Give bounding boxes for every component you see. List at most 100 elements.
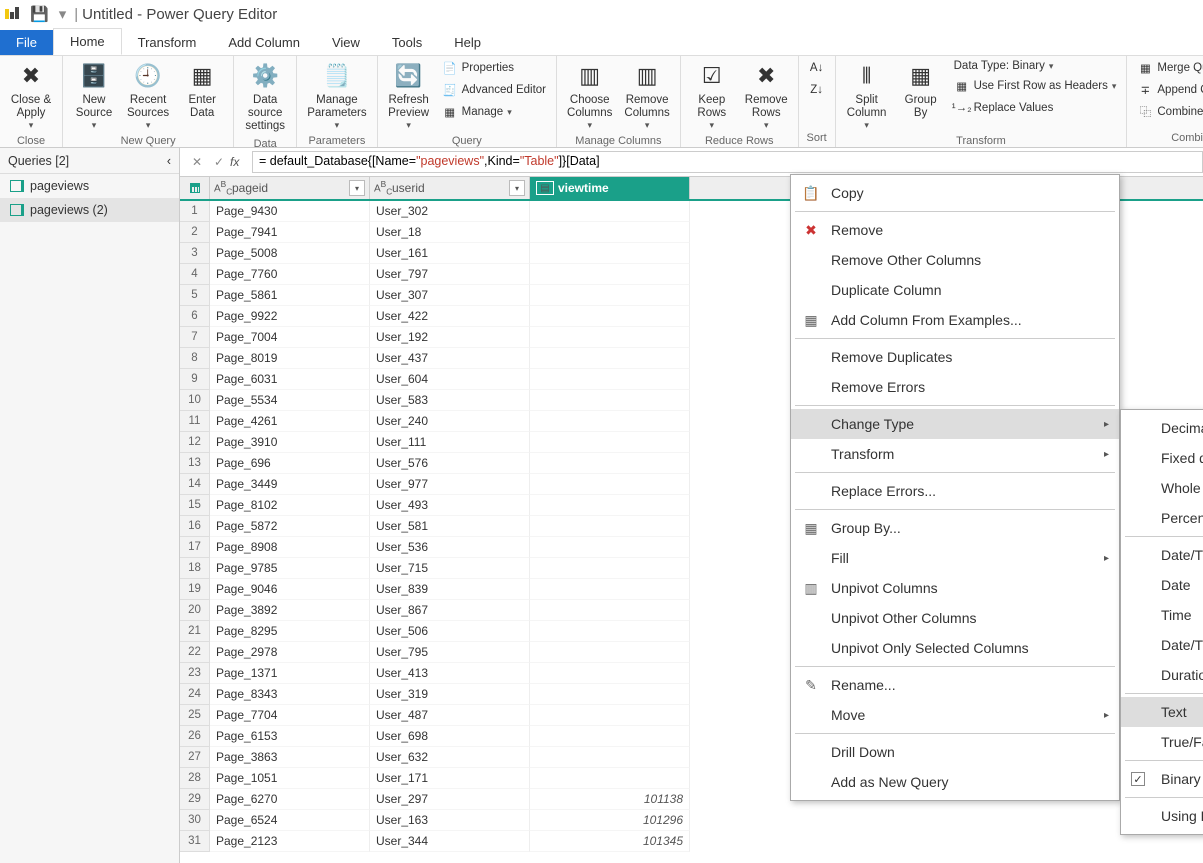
type-text-icon[interactable]: ABC: [214, 179, 232, 196]
tab-home[interactable]: Home: [53, 28, 122, 55]
cell-pageid[interactable]: Page_9046: [210, 579, 370, 600]
advanced-editor-button[interactable]: 🧾Advanced Editor: [438, 80, 550, 100]
cell-userid[interactable]: User_344: [370, 831, 530, 852]
cell-userid[interactable]: User_319: [370, 684, 530, 705]
cell-viewtime[interactable]: [530, 348, 690, 369]
cell-userid[interactable]: User_536: [370, 537, 530, 558]
cell-pageid[interactable]: Page_8295: [210, 621, 370, 642]
append-queries-button[interactable]: ∓Append Queries: [1133, 80, 1203, 100]
accept-icon[interactable]: ✓: [208, 155, 230, 169]
type-fixed-decimal[interactable]: Fixed decimal number: [1121, 443, 1203, 473]
group-by-button[interactable]: ▦GroupBy: [896, 58, 946, 122]
manage-button[interactable]: ▦Manage: [438, 102, 550, 122]
ctx-add-new-query[interactable]: Add as New Query: [791, 767, 1119, 797]
collapse-icon[interactable]: ‹: [167, 154, 171, 168]
table-row[interactable]: 31Page_2123User_344101345: [180, 831, 1203, 852]
manage-parameters-button[interactable]: 🗒️ManageParameters: [303, 58, 370, 133]
choose-columns-button[interactable]: ▥ChooseColumns: [563, 58, 616, 133]
row-number[interactable]: 13: [180, 453, 210, 474]
cell-pageid[interactable]: Page_3910: [210, 432, 370, 453]
cell-viewtime[interactable]: [530, 537, 690, 558]
ctx-drill-down[interactable]: Drill Down: [791, 737, 1119, 767]
queries-header[interactable]: Queries [2]‹: [0, 148, 179, 174]
type-whole[interactable]: Whole Number: [1121, 473, 1203, 503]
row-number[interactable]: 23: [180, 663, 210, 684]
ctx-group-by[interactable]: ▦Group By...: [791, 513, 1119, 543]
enter-data-button[interactable]: ▦EnterData: [177, 58, 227, 122]
cell-viewtime[interactable]: [530, 222, 690, 243]
cell-userid[interactable]: User_581: [370, 516, 530, 537]
cell-userid[interactable]: User_795: [370, 642, 530, 663]
cell-userid[interactable]: User_604: [370, 369, 530, 390]
qat-dropdown-icon[interactable]: ▾: [59, 5, 67, 23]
row-number[interactable]: 28: [180, 768, 210, 789]
cell-pageid[interactable]: Page_8908: [210, 537, 370, 558]
save-icon[interactable]: 💾: [30, 5, 49, 23]
cell-pageid[interactable]: Page_6524: [210, 810, 370, 831]
cell-viewtime[interactable]: [530, 411, 690, 432]
type-datetime[interactable]: Date/Time: [1121, 540, 1203, 570]
cell-pageid[interactable]: Page_5861: [210, 285, 370, 306]
cell-pageid[interactable]: Page_3449: [210, 474, 370, 495]
cell-pageid[interactable]: Page_6153: [210, 726, 370, 747]
ctx-unpivot-other[interactable]: Unpivot Other Columns: [791, 603, 1119, 633]
ctx-replace-errors[interactable]: Replace Errors...: [791, 476, 1119, 506]
cell-viewtime[interactable]: [530, 453, 690, 474]
cell-userid[interactable]: User_797: [370, 264, 530, 285]
type-percentage[interactable]: Percentage: [1121, 503, 1203, 533]
ctx-change-type[interactable]: Change Type: [791, 409, 1119, 439]
sort-asc-button[interactable]: A↓: [805, 58, 829, 78]
cell-userid[interactable]: User_161: [370, 243, 530, 264]
row-number[interactable]: 19: [180, 579, 210, 600]
cell-pageid[interactable]: Page_8343: [210, 684, 370, 705]
cell-userid[interactable]: User_698: [370, 726, 530, 747]
ctx-remove[interactable]: ✖Remove: [791, 215, 1119, 245]
cell-userid[interactable]: User_240: [370, 411, 530, 432]
new-source-button[interactable]: 🗄️NewSource: [69, 58, 119, 133]
cell-userid[interactable]: User_977: [370, 474, 530, 495]
column-header[interactable]: ABCpageid▾: [210, 177, 370, 199]
row-number[interactable]: 22: [180, 642, 210, 663]
close-apply-button[interactable]: ✖Close &Apply: [6, 58, 56, 133]
cell-pageid[interactable]: Page_8019: [210, 348, 370, 369]
row-number[interactable]: 26: [180, 726, 210, 747]
row-number[interactable]: 9: [180, 369, 210, 390]
type-true-false[interactable]: True/False: [1121, 727, 1203, 757]
cell-userid[interactable]: User_715: [370, 558, 530, 579]
type-using-locale[interactable]: Using Locale...: [1121, 801, 1203, 831]
cell-userid[interactable]: User_192: [370, 327, 530, 348]
cell-pageid[interactable]: Page_5872: [210, 516, 370, 537]
cell-viewtime[interactable]: [530, 600, 690, 621]
tab-transform[interactable]: Transform: [122, 30, 213, 55]
cell-userid[interactable]: User_18: [370, 222, 530, 243]
type-text[interactable]: Text: [1121, 697, 1203, 727]
cell-viewtime[interactable]: 101138: [530, 789, 690, 810]
cell-userid[interactable]: User_506: [370, 621, 530, 642]
cell-userid[interactable]: User_413: [370, 663, 530, 684]
table-row[interactable]: 30Page_6524User_163101296: [180, 810, 1203, 831]
ctx-rename[interactable]: ✎Rename...: [791, 670, 1119, 700]
ctx-remove-errors[interactable]: Remove Errors: [791, 372, 1119, 402]
cell-userid[interactable]: User_632: [370, 747, 530, 768]
cell-pageid[interactable]: Page_8102: [210, 495, 370, 516]
ctx-copy[interactable]: 📋Copy: [791, 178, 1119, 208]
cell-pageid[interactable]: Page_2978: [210, 642, 370, 663]
cell-viewtime[interactable]: [530, 642, 690, 663]
cell-viewtime[interactable]: 101296: [530, 810, 690, 831]
replace-values-button[interactable]: ¹→₂Replace Values: [950, 98, 1121, 118]
row-number[interactable]: 25: [180, 705, 210, 726]
query-item[interactable]: pageviews (2): [0, 198, 179, 222]
row-number[interactable]: 12: [180, 432, 210, 453]
formula-input[interactable]: = default_Database{[Name="pageviews",Kin…: [252, 151, 1203, 173]
type-binary-icon[interactable]: ▤: [536, 181, 554, 195]
ctx-duplicate[interactable]: Duplicate Column: [791, 275, 1119, 305]
type-duration[interactable]: Duration: [1121, 660, 1203, 690]
cell-userid[interactable]: User_422: [370, 306, 530, 327]
cell-userid[interactable]: User_487: [370, 705, 530, 726]
row-number[interactable]: 16: [180, 516, 210, 537]
row-number[interactable]: 14: [180, 474, 210, 495]
column-header-selected[interactable]: ▤viewtime: [530, 177, 690, 199]
row-number[interactable]: 3: [180, 243, 210, 264]
row-number[interactable]: 11: [180, 411, 210, 432]
tab-add-column[interactable]: Add Column: [212, 30, 316, 55]
